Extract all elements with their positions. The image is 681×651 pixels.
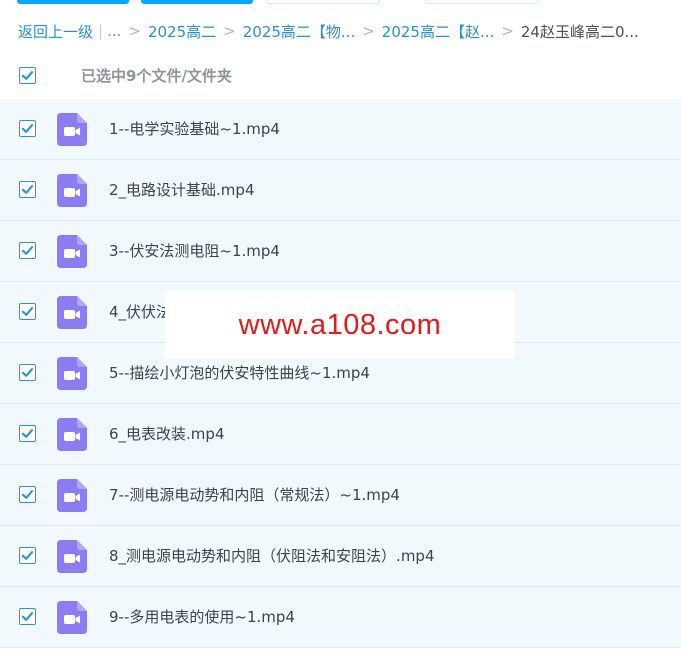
checkmark-icon — [21, 368, 34, 377]
video-file-icon — [57, 601, 87, 634]
video-file-icon — [57, 296, 87, 329]
file-list: 1--电学实验基础~1.mp4 2_电路设计基础.mp4 3--伏安法测电阻~1.m… — [0, 99, 681, 648]
toolbar-button-3[interactable] — [266, 0, 380, 4]
file-row[interactable]: 2_电路设计基础.mp4 — [0, 160, 681, 221]
file-checkbox[interactable] — [19, 181, 36, 198]
watermark: www.a108.com — [165, 291, 515, 359]
checkmark-icon — [21, 612, 34, 621]
toolbar-edge — [0, 0, 681, 6]
file-row[interactable]: 7--测电源电动势和内阻（常规法）~1.mp4 — [0, 465, 681, 526]
video-file-icon — [57, 418, 87, 451]
checkmark-icon — [21, 70, 34, 80]
video-file-icon — [57, 235, 87, 268]
checkmark-icon — [21, 185, 34, 194]
select-all-checkbox[interactable] — [19, 66, 36, 84]
video-file-icon — [57, 357, 87, 390]
breadcrumb-item[interactable]: 2025高二【物... — [243, 21, 355, 42]
checkmark-icon — [21, 429, 34, 438]
file-row[interactable]: 6_电表改装.mp4 — [0, 404, 681, 465]
file-row[interactable]: 8_测电源电动势和内阻（伏阻法和安阻法）.mp4 — [0, 526, 681, 587]
file-name[interactable]: 1--电学实验基础~1.mp4 — [109, 99, 280, 160]
video-file-icon — [57, 479, 87, 512]
file-checkbox[interactable] — [19, 608, 36, 625]
file-name[interactable]: 4_伏伏法 — [109, 282, 171, 343]
breadcrumb-item[interactable]: 2025高二【赵... — [382, 21, 494, 42]
file-row[interactable]: 9--多用电表的使用~1.mp4 — [0, 587, 681, 648]
chevron-right-icon: > — [223, 22, 236, 40]
file-checkbox[interactable] — [19, 425, 36, 442]
checkmark-icon — [21, 124, 34, 133]
breadcrumb: 返回上一级 | ... > 2025高二 > 2025高二【物... > 202… — [18, 18, 639, 44]
back-link[interactable]: 返回上一级 — [18, 21, 93, 42]
video-file-icon — [57, 113, 87, 146]
breadcrumb-item[interactable]: 2025高二 — [148, 21, 216, 42]
breadcrumb-current: 24赵玉峰高二0... — [520, 22, 639, 41]
file-checkbox[interactable] — [19, 547, 36, 564]
toolbar-button-4[interactable] — [425, 0, 539, 4]
toolbar-button-2[interactable] — [141, 0, 253, 4]
video-file-icon — [57, 540, 87, 573]
file-name[interactable]: 2_电路设计基础.mp4 — [109, 160, 255, 221]
file-row[interactable]: 3--伏安法测电阻~1.mp4 — [0, 221, 681, 282]
checkmark-icon — [21, 551, 34, 560]
file-name[interactable]: 6_电表改装.mp4 — [109, 404, 225, 465]
chevron-right-icon: > — [128, 22, 141, 40]
file-name[interactable]: 7--测电源电动势和内阻（常规法）~1.mp4 — [109, 465, 400, 526]
selection-count-label: 已选中9个文件/文件夹 — [81, 66, 232, 85]
watermark-text: www.a108.com — [238, 308, 442, 341]
file-name[interactable]: 9--多用电表的使用~1.mp4 — [109, 587, 295, 648]
file-checkbox[interactable] — [19, 364, 36, 381]
video-file-icon — [57, 174, 87, 207]
chevron-right-icon: > — [362, 22, 375, 40]
breadcrumb-divider: | — [98, 22, 104, 40]
chevron-right-icon: > — [501, 22, 514, 40]
file-row[interactable]: 1--电学实验基础~1.mp4 — [0, 99, 681, 160]
checkmark-icon — [21, 246, 34, 255]
file-name[interactable]: 3--伏安法测电阻~1.mp4 — [109, 221, 280, 282]
file-checkbox[interactable] — [19, 242, 36, 259]
toolbar-button-1[interactable] — [17, 0, 129, 4]
file-checkbox[interactable] — [19, 486, 36, 503]
checkmark-icon — [21, 490, 34, 499]
select-all-bar: 已选中9个文件/文件夹 — [0, 56, 681, 94]
file-name[interactable]: 8_测电源电动势和内阻（伏阻法和安阻法）.mp4 — [109, 526, 435, 587]
breadcrumb-ellipsis[interactable]: ... — [107, 22, 121, 40]
file-checkbox[interactable] — [19, 303, 36, 320]
checkmark-icon — [21, 307, 34, 316]
file-checkbox[interactable] — [19, 120, 36, 137]
